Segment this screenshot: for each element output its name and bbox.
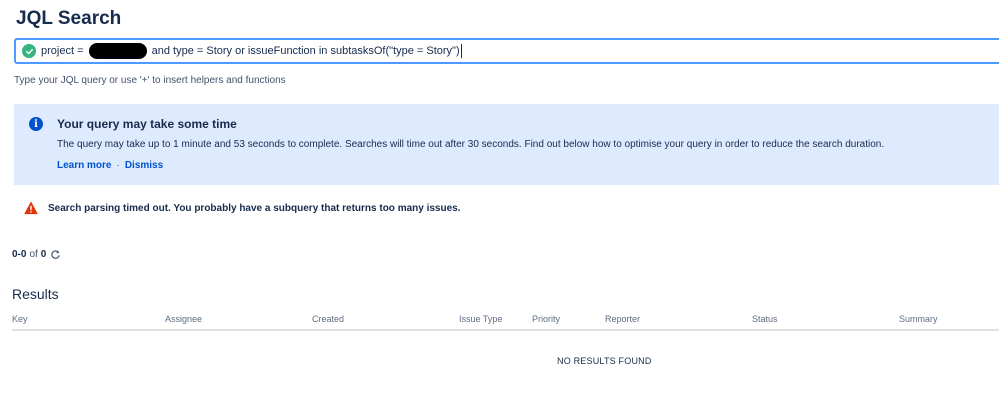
jql-prefix: project = (41, 45, 87, 57)
info-banner: i Your query may take some time The quer… (14, 104, 999, 185)
result-count: 0-0 of 0 (12, 249, 61, 260)
count-of: of (29, 249, 38, 260)
refresh-icon[interactable] (50, 249, 61, 260)
info-banner-body: The query may take up to 1 minute and 53… (57, 139, 885, 150)
dismiss-link[interactable]: Dismiss (125, 160, 163, 171)
page-title: JQL Search (16, 8, 122, 29)
jql-suffix: and type = Story or issueFunction in sub… (148, 45, 460, 57)
info-icon: i (29, 117, 43, 131)
column-header-created[interactable]: Created (312, 314, 344, 324)
jql-query-input[interactable]: project = and type = Story or issueFunct… (14, 38, 999, 64)
jql-help-text: Type your JQL query or use '+' to insert… (14, 75, 286, 86)
redacted-mark (88, 43, 147, 59)
info-banner-title: Your query may take some time (57, 117, 237, 131)
no-results-message: NO RESULTS FOUND (557, 356, 652, 366)
jql-search-page: JQL Search project = and type = Story or… (0, 0, 999, 411)
column-header-assignee[interactable]: Assignee (165, 314, 202, 324)
results-table-header: Key Assignee Created Issue Type Priority… (12, 312, 999, 331)
text-caret (460, 44, 462, 58)
warning-icon (24, 201, 38, 215)
column-header-key[interactable]: Key (12, 314, 28, 324)
error-message: Search parsing timed out. You probably h… (24, 201, 461, 215)
jql-query-text: project = and type = Story or issueFunct… (41, 43, 462, 59)
check-circle-icon (22, 44, 36, 58)
count-range: 0-0 (12, 249, 27, 260)
column-header-priority[interactable]: Priority (532, 314, 560, 324)
error-text: Search parsing timed out. You probably h… (48, 202, 461, 214)
column-header-status[interactable]: Status (752, 314, 778, 324)
count-total: 0 (40, 249, 47, 260)
action-separator: · (116, 160, 120, 171)
column-header-issue-type[interactable]: Issue Type (459, 314, 502, 324)
info-banner-actions: Learn more · Dismiss (57, 160, 163, 171)
column-header-summary[interactable]: Summary (899, 314, 938, 324)
results-heading: Results (12, 286, 59, 302)
learn-more-link[interactable]: Learn more (57, 160, 111, 171)
column-header-reporter[interactable]: Reporter (605, 314, 640, 324)
